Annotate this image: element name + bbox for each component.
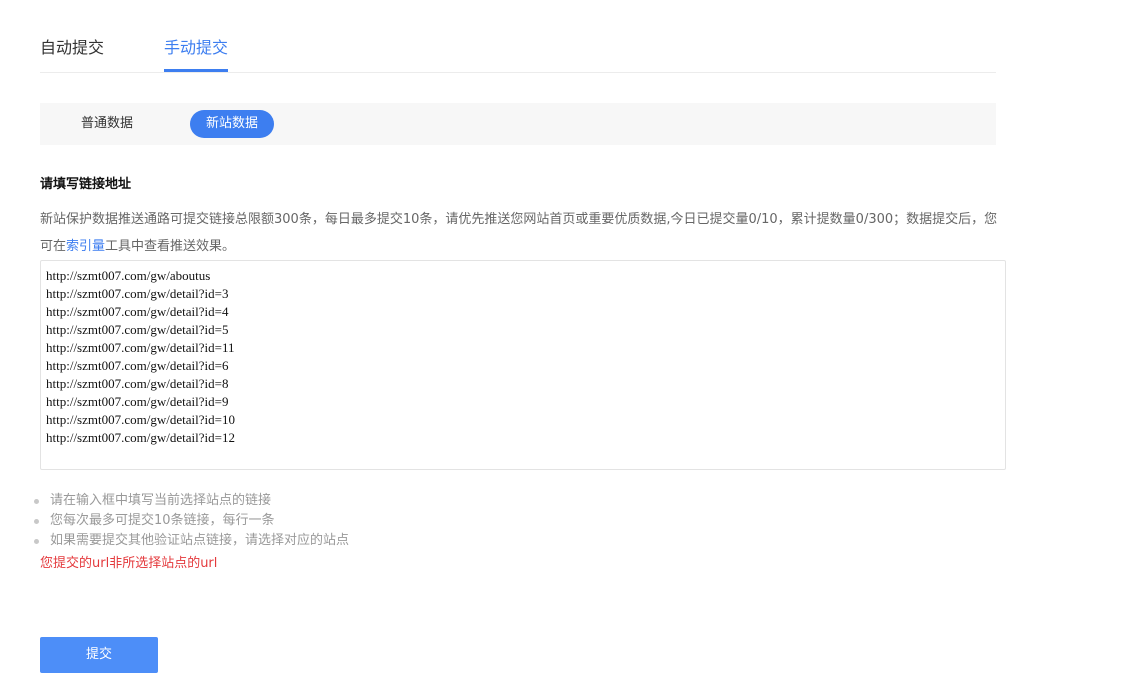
bullet-icon <box>34 499 39 504</box>
url-line: http://szmt007.com/gw/detail?id=8 <box>46 376 229 391</box>
url-line: http://szmt007.com/gw/detail?id=6 <box>46 358 229 373</box>
tab-auto-submit[interactable]: 自动提交 <box>40 37 104 59</box>
url-line: http://szmt007.com/gw/detail?id=10 <box>46 412 235 427</box>
section-title: 请填写链接地址 <box>40 177 132 192</box>
tip-item: 请在输入框中填写当前选择站点的链接 <box>32 491 349 511</box>
tip-text: 如果需要提交其他验证站点链接，请选择对应的站点 <box>50 533 350 548</box>
tab-manual-submit[interactable]: 手动提交 <box>164 37 228 59</box>
url-line: http://szmt007.com/gw/detail?id=4 <box>46 304 229 319</box>
tip-text: 您每次最多可提交10条链接，每行一条 <box>50 513 275 528</box>
bullet-icon <box>34 539 39 544</box>
error-message: 您提交的url非所选择站点的url <box>40 556 218 571</box>
tab-new-site-data[interactable]: 新站数据 <box>190 110 274 138</box>
page: 自动提交 手动提交 普通数据 新站数据 请填写链接地址 新站保护数据推送通路可提… <box>0 0 1138 696</box>
url-line: http://szmt007.com/gw/detail?id=12 <box>46 430 235 445</box>
top-tab-bar: 自动提交 手动提交 <box>40 28 996 73</box>
submit-button[interactable]: 提交 <box>40 637 158 673</box>
url-input-textarea[interactable]: http://szmt007.com/gw/aboutus http://szmt… <box>40 260 1006 470</box>
index-volume-link[interactable]: 索引量 <box>66 239 105 254</box>
url-line: http://szmt007.com/gw/detail?id=9 <box>46 394 229 409</box>
tips-list: 请在输入框中填写当前选择站点的链接 您每次最多可提交10条链接，每行一条 如果需… <box>32 491 349 551</box>
url-line: http://szmt007.com/gw/detail?id=11 <box>46 340 235 355</box>
tab-normal-data[interactable]: 普通数据 <box>67 110 147 138</box>
tip-text: 请在输入框中填写当前选择站点的链接 <box>50 493 272 508</box>
active-tab-indicator <box>164 69 228 72</box>
data-type-tab-bar: 普通数据 新站数据 <box>40 103 996 145</box>
description-text-end: 工具中查看推送效果。 <box>105 239 236 254</box>
tip-item: 如果需要提交其他验证站点链接，请选择对应的站点 <box>32 531 349 551</box>
tip-item: 您每次最多可提交10条链接，每行一条 <box>32 511 349 531</box>
quota-description: 新站保护数据推送通路可提交链接总限额300条，每日最多提交10条，请优先推送您网… <box>40 206 1000 260</box>
bullet-icon <box>34 519 39 524</box>
url-line: http://szmt007.com/gw/aboutus <box>46 268 211 283</box>
url-line: http://szmt007.com/gw/detail?id=5 <box>46 322 229 337</box>
url-line: http://szmt007.com/gw/detail?id=3 <box>46 286 229 301</box>
